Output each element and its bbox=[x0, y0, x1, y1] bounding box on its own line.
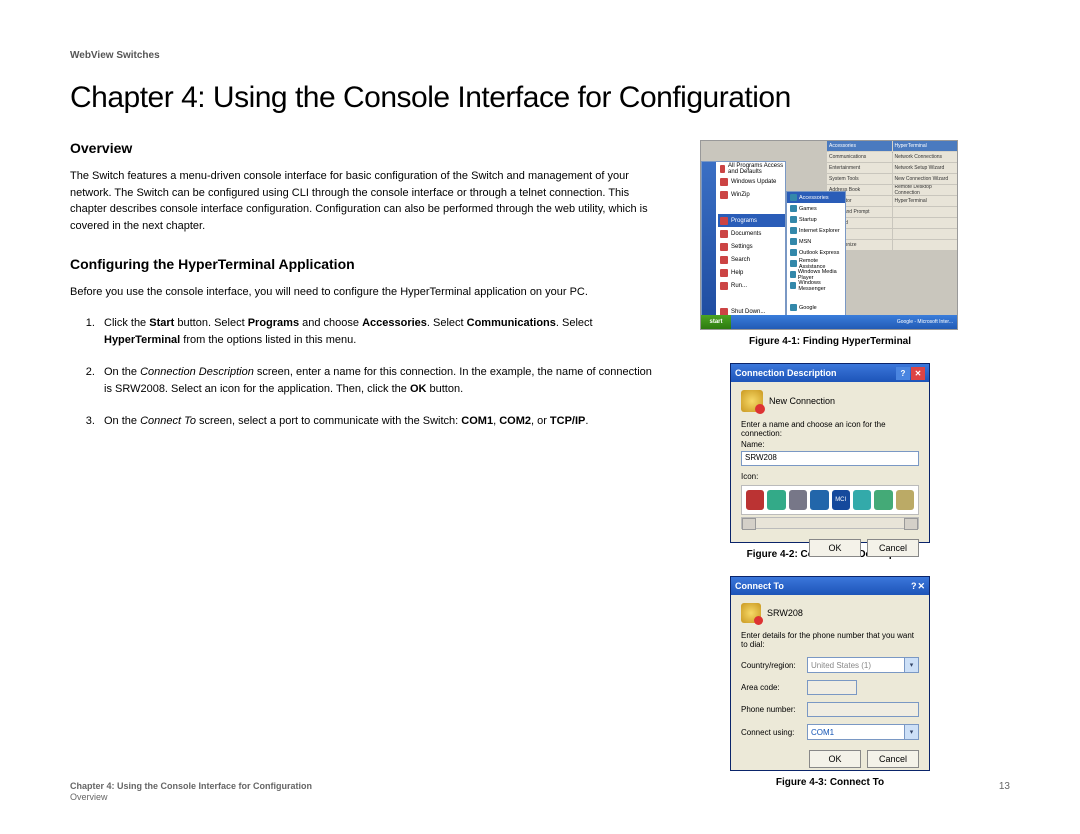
ok-button[interactable]: OK bbox=[809, 539, 861, 557]
system-tray: Google - Microsoft Inter... bbox=[897, 319, 957, 325]
connect-using-select[interactable]: COM1 ▾ bbox=[807, 724, 919, 740]
overview-paragraph: The Switch features a menu-driven consol… bbox=[70, 168, 660, 234]
steps-list: Click the Start button. Select Programs … bbox=[70, 315, 660, 431]
chapter-title: Chapter 4: Using the Console Interface f… bbox=[70, 81, 1010, 115]
close-icon[interactable]: ✕ bbox=[917, 581, 925, 592]
figure-1-caption: Figure 4-1: Finding HyperTerminal bbox=[700, 336, 960, 347]
overview-heading: Overview bbox=[70, 140, 660, 156]
footer-chapter: Chapter 4: Using the Console Interface f… bbox=[70, 781, 312, 793]
taskbar: start Google - Microsoft Inter... bbox=[701, 315, 957, 329]
new-connection-icon bbox=[741, 390, 763, 412]
dialog-titlebar: Connection Description ? ✕ bbox=[731, 364, 929, 382]
start-menu-panel: All Programs Access and DefaultsWindows … bbox=[701, 161, 786, 330]
help-icon[interactable]: ? bbox=[896, 367, 910, 380]
figure-1-screenshot: AccessoriesHyperTerminalCommunicationsNe… bbox=[700, 140, 958, 330]
connection-icon bbox=[741, 603, 761, 623]
page-number: 13 bbox=[999, 781, 1010, 804]
footer-section: Overview bbox=[70, 792, 312, 804]
configure-intro: Before you use the console interface, yo… bbox=[70, 284, 660, 301]
name-label: Name: bbox=[741, 440, 919, 449]
prompt-text: Enter details for the phone number that … bbox=[741, 631, 919, 649]
country-select[interactable]: United States (1) ▾ bbox=[807, 657, 919, 673]
step-3: On the Connect To screen, select a port … bbox=[98, 413, 660, 431]
icon-picker[interactable]: MCI bbox=[741, 485, 919, 515]
running-header: WebView Switches bbox=[70, 50, 1010, 61]
page-footer: Chapter 4: Using the Console Interface f… bbox=[70, 781, 1010, 804]
phone-input[interactable] bbox=[807, 702, 919, 717]
phone-label: Phone number: bbox=[741, 705, 803, 714]
submenu-communications: AccessoriesHyperTerminalCommunicationsNe… bbox=[827, 141, 957, 251]
new-connection-label: New Connection bbox=[769, 396, 835, 406]
help-icon[interactable]: ? bbox=[911, 581, 917, 592]
icon-scrollbar[interactable] bbox=[741, 517, 919, 529]
programs-submenu: AccessoriesGamesStartupInternet Explorer… bbox=[786, 191, 846, 330]
cancel-button[interactable]: Cancel bbox=[867, 750, 919, 768]
dialog-title: Connection Description bbox=[735, 368, 837, 378]
device-name: SRW208 bbox=[767, 608, 803, 618]
chevron-down-icon: ▾ bbox=[904, 658, 918, 672]
area-code-label: Area code: bbox=[741, 683, 803, 692]
country-label: Country/region: bbox=[741, 661, 803, 670]
connect-using-label: Connect using: bbox=[741, 728, 803, 737]
dialog-title: Connect To bbox=[735, 581, 784, 591]
figure-3-dialog: Connect To ? ✕ SRW208 Enter details for … bbox=[730, 576, 930, 771]
icon-label: Icon: bbox=[741, 472, 919, 481]
cancel-button[interactable]: Cancel bbox=[867, 539, 919, 557]
name-input[interactable]: SRW208 bbox=[741, 451, 919, 466]
dialog-titlebar: Connect To ? ✕ bbox=[731, 577, 929, 595]
start-button[interactable]: start bbox=[701, 315, 731, 329]
step-2: On the Connection Description screen, en… bbox=[98, 364, 660, 399]
area-code-input[interactable] bbox=[807, 680, 857, 695]
ok-button[interactable]: OK bbox=[809, 750, 861, 768]
step-1: Click the Start button. Select Programs … bbox=[98, 315, 660, 350]
main-text-column: Overview The Switch features a menu-driv… bbox=[70, 140, 660, 804]
close-icon[interactable]: ✕ bbox=[911, 367, 925, 380]
prompt-text: Enter a name and choose an icon for the … bbox=[741, 420, 919, 438]
figure-2-dialog: Connection Description ? ✕ New Connectio… bbox=[730, 363, 930, 543]
configure-heading: Configuring the HyperTerminal Applicatio… bbox=[70, 256, 660, 272]
chevron-down-icon: ▾ bbox=[904, 725, 918, 739]
figures-column: AccessoriesHyperTerminalCommunicationsNe… bbox=[700, 140, 960, 804]
